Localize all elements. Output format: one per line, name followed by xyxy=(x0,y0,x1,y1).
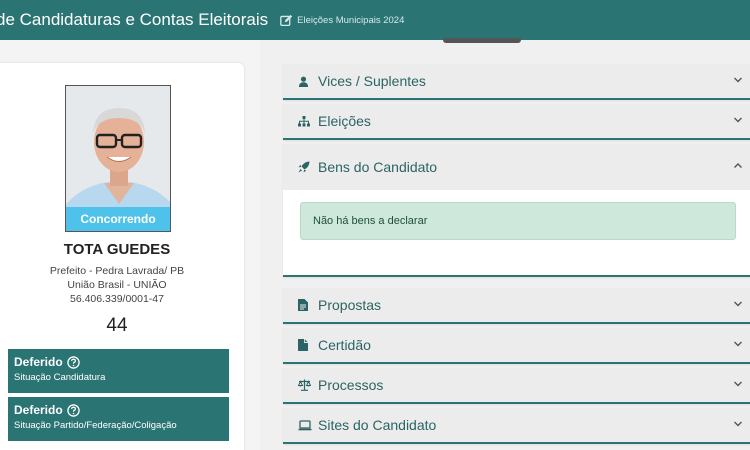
section-processos[interactable]: Processos xyxy=(283,368,750,404)
section-header[interactable]: Propostas xyxy=(283,288,750,322)
no-assets-alert: Não há bens a declarar xyxy=(300,202,736,240)
section-header[interactable]: Certidão xyxy=(283,328,750,362)
situation-title: Deferido xyxy=(14,403,63,417)
candidate-party: União Brasil - UNIÃO xyxy=(67,279,167,291)
section-header[interactable]: Sites do Candidato xyxy=(283,408,750,442)
section-label: Vices / Suplentes xyxy=(318,73,426,89)
candidacy-status-badge: Concorrendo xyxy=(66,207,170,231)
chevron-down-icon[interactable] xyxy=(733,76,743,84)
candidate-photo: Concorrendo xyxy=(65,85,171,232)
chevron-down-icon[interactable] xyxy=(733,380,743,388)
chevron-down-icon[interactable] xyxy=(733,420,743,428)
chevron-down-icon[interactable] xyxy=(733,340,743,348)
candidate-panel: Concorrendo TOTA GUEDES Prefeito - Pedra… xyxy=(0,40,260,450)
candidacy-situation: Deferido Situação Candidatura xyxy=(8,349,229,393)
section-bens-do-candidato[interactable]: Bens do Candidato Não há bens a declarar xyxy=(283,144,750,277)
sitemap-icon xyxy=(298,115,312,127)
section-label: Processos xyxy=(318,377,384,393)
section-eleicoes[interactable]: Eleições xyxy=(283,104,750,140)
section-label: Certidão xyxy=(318,337,371,353)
section-certidao[interactable]: Certidão xyxy=(283,328,750,364)
candidate-number: 44 xyxy=(106,315,128,336)
section-label: Propostas xyxy=(318,297,382,313)
section-label: Bens do Candidato xyxy=(318,159,438,175)
laptop-icon xyxy=(298,419,312,431)
election-subtitle: Eleições Municipais 2024 xyxy=(297,14,405,26)
top-bar: de Candidaturas e Contas Eleitorais Elei… xyxy=(0,0,750,40)
section-header[interactable]: Eleições xyxy=(283,104,750,138)
scroll-handle[interactable] xyxy=(443,38,521,43)
candidate-name: TOTA GUEDES xyxy=(63,241,171,258)
scale-icon xyxy=(298,379,312,391)
file-icon xyxy=(298,299,312,311)
user-icon xyxy=(298,76,312,87)
chevron-up-icon[interactable] xyxy=(733,162,743,170)
section-label: Eleições xyxy=(318,113,371,129)
page-title: de Candidaturas e Contas Eleitorais xyxy=(0,10,269,29)
section-header[interactable]: Vices / Suplentes xyxy=(283,64,750,98)
situation-title: Deferido xyxy=(14,355,63,369)
section-label: Sites do Candidato xyxy=(318,417,437,433)
section-vices-suplentes[interactable]: Vices / Suplentes xyxy=(283,64,750,100)
help-icon[interactable] xyxy=(66,355,80,369)
candidate-office: Prefeito - Pedra Lavrada/ PB xyxy=(49,265,185,277)
section-header[interactable]: Processos xyxy=(283,368,750,402)
section-body: Não há bens a declarar xyxy=(283,190,750,275)
help-icon[interactable] xyxy=(66,403,80,417)
situation-description: Situação Candidatura xyxy=(14,372,106,383)
section-header[interactable]: Bens do Candidato xyxy=(283,144,750,190)
section-sites-do-candidato[interactable]: Sites do Candidato xyxy=(283,408,750,444)
situation-description: Situação Partido/Federação/Coligação xyxy=(14,420,177,431)
edit-icon[interactable] xyxy=(280,14,293,27)
chevron-down-icon[interactable] xyxy=(733,116,743,124)
candidate-card: Concorrendo TOTA GUEDES Prefeito - Pedra… xyxy=(0,63,244,450)
party-situation: Deferido Situação Partido/Federação/Coli… xyxy=(8,397,229,441)
rocket-icon xyxy=(298,161,312,173)
candidate-cnpj: 56.406.339/0001-47 xyxy=(69,293,164,305)
section-propostas[interactable]: Propostas xyxy=(283,288,750,324)
chevron-down-icon[interactable] xyxy=(733,300,743,308)
document-icon xyxy=(298,339,312,351)
